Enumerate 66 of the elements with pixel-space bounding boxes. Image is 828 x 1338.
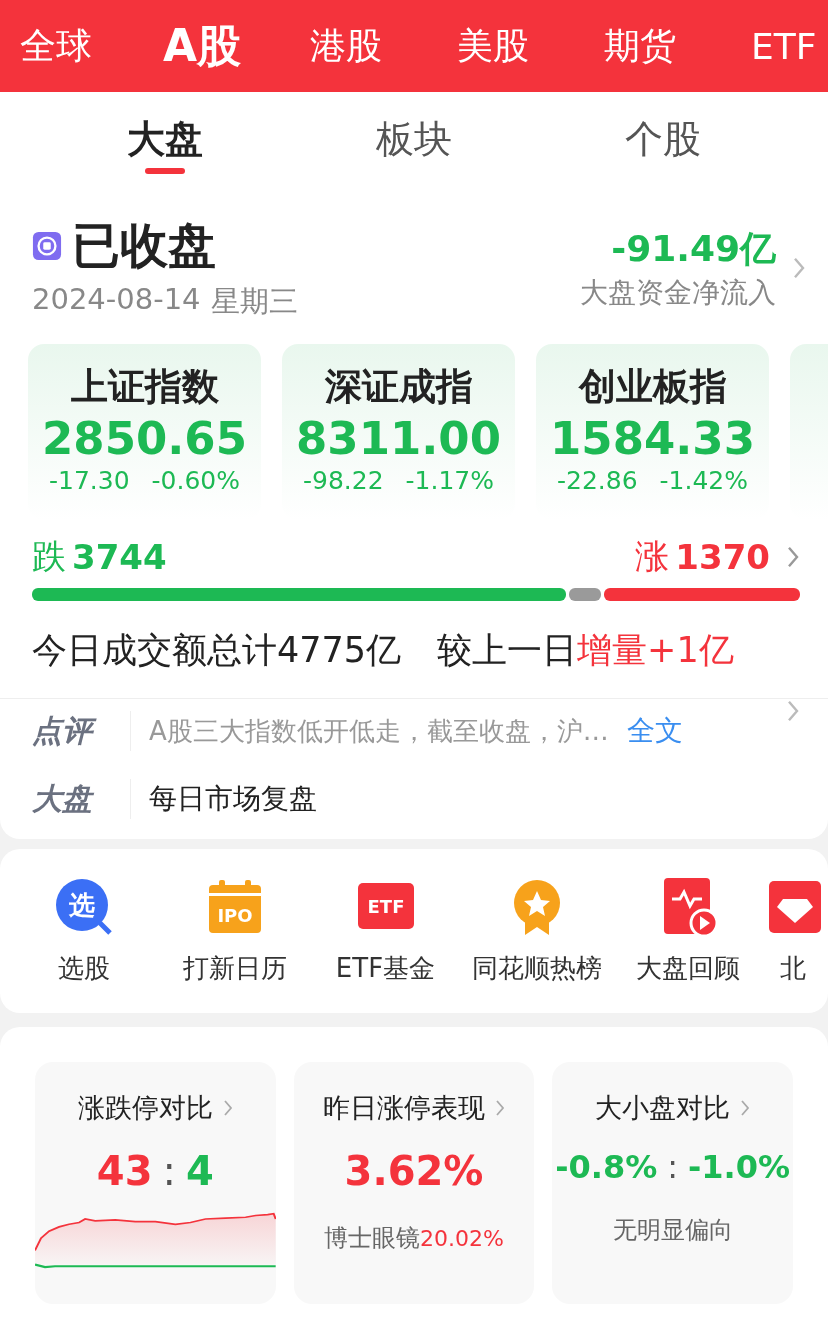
stat-title: 大小盘对比 xyxy=(595,1091,731,1125)
index-name: 上证指数 xyxy=(70,364,219,410)
stat-note: 博士眼镜 xyxy=(324,1224,421,1252)
small-cap-change: -1.0% xyxy=(688,1148,791,1186)
stat-value: 3.62% xyxy=(344,1148,484,1194)
shortcut-button[interactable]: 大盘回顾 xyxy=(612,849,763,1013)
stat-note-value: 20.02% xyxy=(420,1226,504,1251)
chevron-right-icon[interactable] xyxy=(740,1099,751,1117)
shortcut-button[interactable]: IPO 打新日历 xyxy=(159,849,310,1013)
stat-card[interactable]: 昨日涨停表现 3.62% 博士眼镜20.02% xyxy=(293,1062,535,1304)
shortcut-button[interactable]: 选 选股 xyxy=(8,849,159,1013)
view-tab[interactable]: 板块 xyxy=(376,104,452,174)
market-status: 已收盘 xyxy=(72,216,216,275)
index-value: 2850.65 xyxy=(42,412,247,466)
large-cap-change: -0.8% xyxy=(555,1148,658,1186)
chevron-right-icon[interactable] xyxy=(786,699,800,723)
view-tab[interactable]: 个股 xyxy=(625,104,702,174)
chevron-right-icon[interactable] xyxy=(786,545,800,569)
index-percent: -1.42% xyxy=(659,466,748,495)
index-value: 8311.00 xyxy=(296,412,501,466)
news-logo: 点评 xyxy=(32,710,112,752)
ratio-separator: : xyxy=(667,1148,679,1186)
limit-up-count: 43 xyxy=(96,1148,153,1194)
turnover-compare: 较上一日 xyxy=(437,630,578,670)
decliners-label: 跌 xyxy=(32,535,66,578)
shortcut-button[interactable]: 北 xyxy=(763,849,823,1013)
stat-title: 涨跌停对比 xyxy=(77,1091,213,1125)
news-logo: 大盘 xyxy=(32,779,95,818)
turnover-total: 今日成交额总计4775亿 xyxy=(32,629,402,672)
net-flow-label: 大盘资金净流入 xyxy=(580,274,776,311)
advancers-count: 1370 xyxy=(675,537,770,577)
index-percent: -0.60% xyxy=(151,466,240,495)
market-tab[interactable]: A股 xyxy=(163,16,310,76)
trade-date: 2024-08-14 xyxy=(32,282,201,318)
index-value: 1584.33 xyxy=(550,412,755,466)
chevron-right-icon[interactable] xyxy=(792,256,806,280)
index-name: 创业板指 xyxy=(578,364,727,410)
chevron-right-icon[interactable] xyxy=(495,1099,505,1117)
stat-card[interactable]: 大小盘对比 -0.8% : -1.0% 无明显偏向 xyxy=(552,1062,793,1304)
index-name: 深证成指 xyxy=(324,364,473,410)
shortcut-button[interactable]: 同花顺热榜 xyxy=(461,849,612,1013)
index-change: -98.22 xyxy=(302,466,384,495)
market-tab[interactable]: 港股 xyxy=(310,21,457,71)
decliners-count: 3744 xyxy=(72,537,167,577)
stat-card[interactable]: 涨跌停对比 43 : 4 xyxy=(35,1062,276,1304)
view-tab[interactable]: 大盘 xyxy=(126,104,203,174)
index-change: -22.86 xyxy=(556,466,638,495)
net-flow-value: -91.49亿 xyxy=(611,226,776,271)
limit-down-count: 4 xyxy=(186,1148,214,1194)
turnover-delta: 增量+1亿 xyxy=(577,630,734,670)
index-change: -17.30 xyxy=(48,466,130,495)
ratio-separator: : xyxy=(162,1148,176,1194)
market-tab[interactable]: 全球 xyxy=(20,21,163,71)
weekday: 星期三 xyxy=(210,283,298,320)
stop-icon xyxy=(32,231,62,261)
unchanged-bar xyxy=(569,588,602,601)
stat-title: 昨日涨停表现 xyxy=(323,1091,485,1125)
market-tab[interactable]: ETF xyxy=(751,25,828,67)
market-tab[interactable]: 美股 xyxy=(457,21,604,71)
chevron-right-icon[interactable] xyxy=(222,1099,233,1117)
news-text[interactable]: 每日市场复盘 xyxy=(149,780,317,818)
stat-note: 无明显偏向 xyxy=(612,1216,733,1244)
shortcut-button[interactable]: ETF ETF基金 xyxy=(310,849,461,1013)
index-percent: -1.17% xyxy=(405,466,494,495)
advancers-label: 涨 xyxy=(635,535,670,578)
market-tab[interactable]: 期货 xyxy=(604,21,751,71)
